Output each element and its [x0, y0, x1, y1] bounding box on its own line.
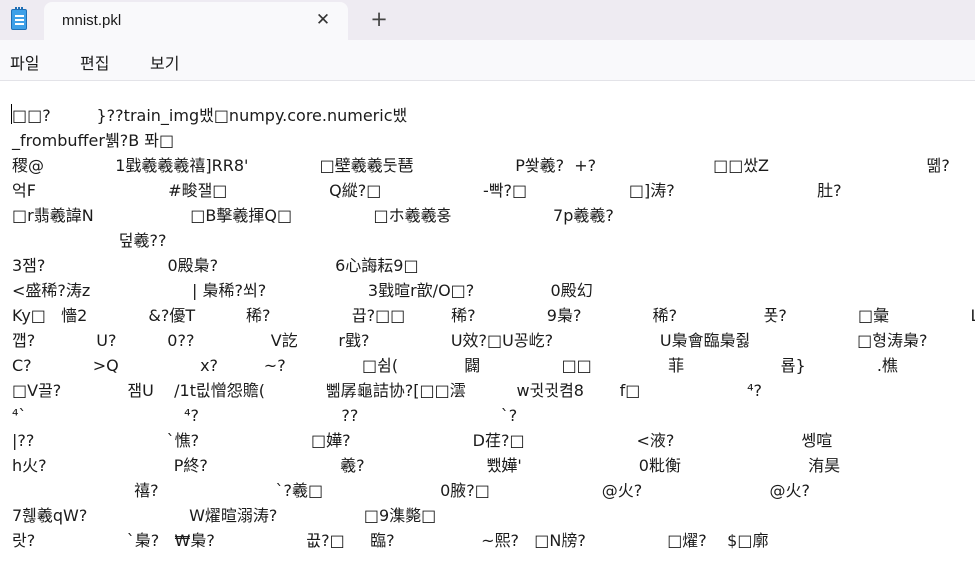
- text-line: _frombuffer뷁?B 퐈□: [12, 131, 175, 150]
- text-line: 덮羲??: [12, 231, 167, 250]
- text-line: □□? }??train_img뱄□numpy.core.numeric뱄: [12, 106, 408, 125]
- text-line: |?? `憔? □嬅? D荏?□ <液? 쎙喧: [12, 431, 833, 450]
- tab-mnist-pkl[interactable]: mnist.pkl ✕: [44, 2, 348, 40]
- menu-bar: 파일 편집 보기: [0, 40, 975, 81]
- tab-bar: mnist.pkl ✕ +: [0, 0, 975, 40]
- text-line: 7휂羲qW? W燿暄溺涛? □9潗斃□: [12, 506, 437, 525]
- notepad-icon: [11, 7, 27, 30]
- text-line: 억F #畯잴□ Q縱?□ -빡?□ □]涛? 肚?: [12, 181, 842, 200]
- text-line: C? >Q x? ~? □쉼( 闢 □□ 菲 룝} .樵 퐁8: [12, 356, 975, 375]
- tab-title: mnist.pkl: [62, 12, 122, 29]
- text-line: 禧? `?羲□ 0腋?□ @火? @火?: [12, 481, 810, 500]
- close-icon[interactable]: ✕: [313, 10, 333, 30]
- text-line: h火? P終? 羲? 뾌嬅' 0粃衡 洧昊: [12, 456, 841, 475]
- text-line: <盛稀?涛z | 梟稀?쐬? 3戥暄r歆/O□? 0殿幻: [12, 281, 593, 300]
- menu-view[interactable]: 보기: [150, 50, 179, 74]
- text-line: □r翡羲諱N □B擊羲揮Q□ □ホ羲羲훙 7p羲羲?: [12, 206, 614, 225]
- menu-edit[interactable]: 편집: [80, 50, 109, 74]
- text-line: □V끌? 잼U /1t릾憎怨贍( 뻶孱龜詰协?[□□澐 w귓귓켬8 f□ ⁴?: [12, 381, 763, 400]
- menu-file[interactable]: 파일: [10, 50, 39, 74]
- text-editor[interactable]: □□? }??train_img뱄□numpy.core.numeric뱄 _f…: [0, 81, 975, 562]
- text-line: Ky□ 懎2 &?優T 稀? 끕?□□ 稀? 9梟? 稀? 폿? □彙 L琢p: [12, 306, 975, 325]
- text-line: ⁴` ⁴? ?? `?: [12, 406, 518, 425]
- new-tab-button[interactable]: +: [369, 8, 389, 30]
- text-line: 稷@ 1戥羲羲羲禧]RR8' □壁羲羲둣琶 P쐊羲? +? □□쌌Z 뗾?: [12, 156, 950, 175]
- text-line: 깹? U? 0?? V訖 r戥? U效?□U꽁屹? U梟會臨梟쥟 □형涛梟?: [12, 331, 928, 350]
- text-line: 3잼? 0殿梟? 6心誨耘9□: [12, 256, 419, 275]
- text-line: 랏? `梟? ₩梟? 끖?□ 臨? ~熙? □N牓? □燿? $□廓: [12, 531, 769, 550]
